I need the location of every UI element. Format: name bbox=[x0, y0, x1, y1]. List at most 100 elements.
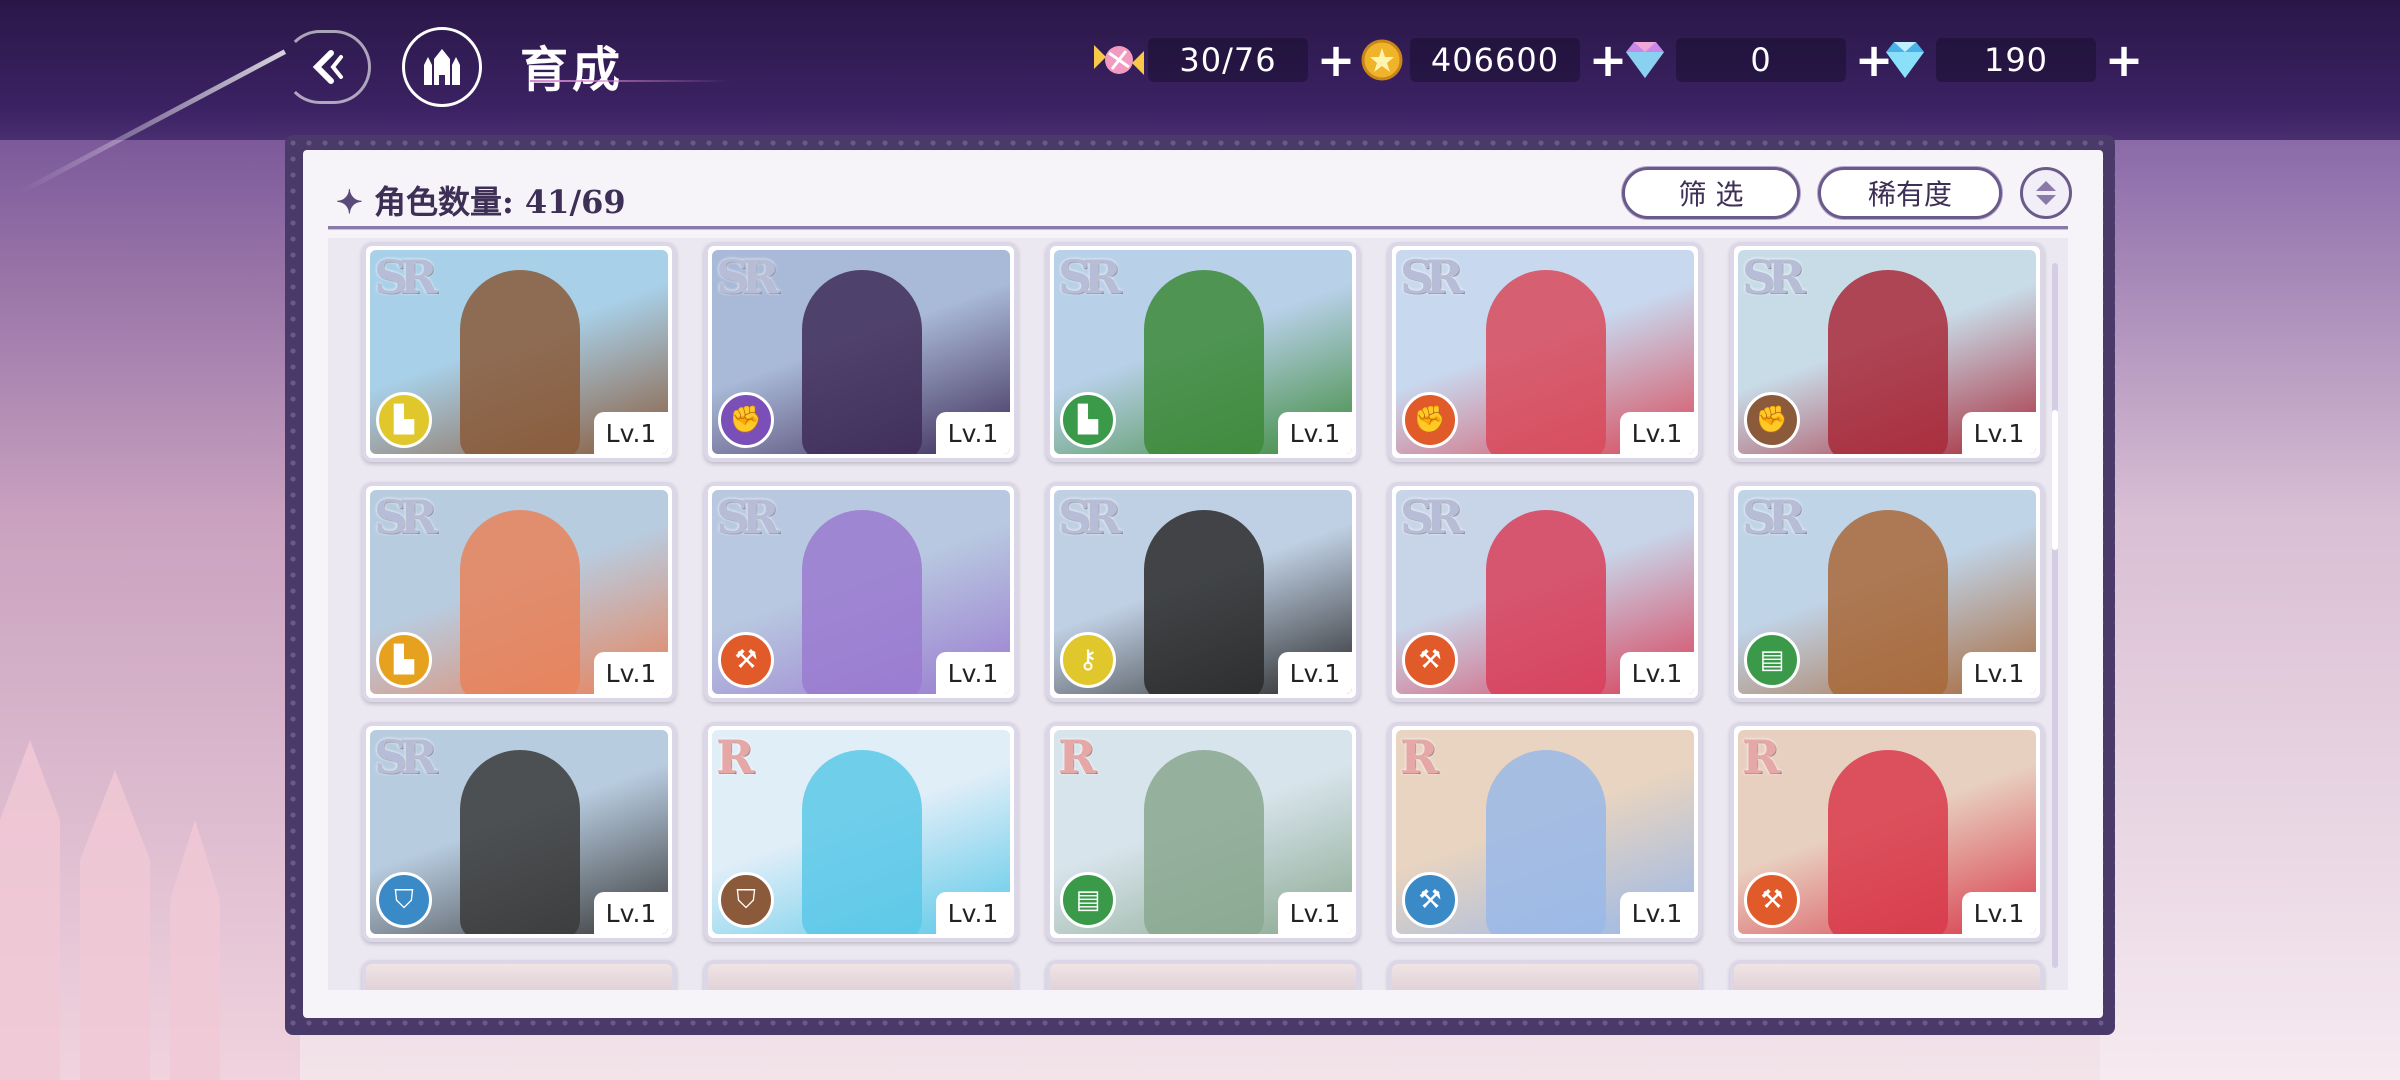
candy-add-button[interactable]: + bbox=[1316, 37, 1356, 83]
blue-diamond-icon bbox=[1886, 42, 1924, 78]
character-card-partial[interactable] bbox=[704, 960, 1018, 990]
character-card[interactable]: SR ✊ Lv.1 bbox=[1388, 242, 1702, 462]
portrait-figure bbox=[1144, 270, 1264, 454]
character-card[interactable]: R ⚒ Lv.1 bbox=[1388, 722, 1702, 942]
book-element-icon: ▤ bbox=[1744, 632, 1800, 688]
blue-gem-value: 190 bbox=[1936, 38, 2096, 82]
character-card[interactable]: SR ⚷ Lv.1 bbox=[1046, 482, 1360, 702]
pink-diamond-icon bbox=[1626, 42, 1664, 78]
character-card-partial[interactable] bbox=[362, 960, 676, 990]
rarity-badge: R bbox=[1058, 730, 1096, 784]
character-grid: SR ▙ Lv.1 SR ✊ Lv.1 SR ▙ Lv.1 SR ✊ Lv.1 SR ✊ Lv.1 SR ▙ Lv… bbox=[328, 238, 2068, 990]
title-decoration bbox=[530, 80, 730, 82]
rarity-badge: SR bbox=[1400, 490, 1464, 544]
hammer-element-icon: ⚒ bbox=[718, 632, 774, 688]
book-element-icon: ▤ bbox=[1060, 872, 1116, 928]
portrait-figure bbox=[1486, 270, 1606, 454]
character-card-partial[interactable] bbox=[1046, 960, 1360, 990]
character-card[interactable]: R ▤ Lv.1 bbox=[1046, 722, 1360, 942]
portrait-figure bbox=[1828, 510, 1948, 694]
rarity-badge: SR bbox=[716, 490, 780, 544]
level-label: Lv.1 bbox=[936, 892, 1010, 934]
character-card-partial[interactable] bbox=[1388, 960, 1702, 990]
boot-element-icon: ▙ bbox=[376, 392, 432, 448]
rarity-badge: SR bbox=[1400, 250, 1464, 304]
portrait-figure bbox=[802, 750, 922, 934]
portrait-figure bbox=[1144, 750, 1264, 934]
rarity-badge: SR bbox=[716, 250, 780, 304]
filter-button[interactable]: 筛 选 bbox=[1622, 167, 1800, 219]
level-label: Lv.1 bbox=[1278, 652, 1352, 694]
home-button[interactable] bbox=[402, 27, 482, 107]
rarity-badge: R bbox=[1742, 730, 1780, 784]
portrait-figure bbox=[1486, 510, 1606, 694]
portrait-figure bbox=[1828, 270, 1948, 454]
level-label: Lv.1 bbox=[1278, 412, 1352, 454]
rarity-badge: R bbox=[716, 730, 754, 784]
rarity-badge: SR bbox=[1742, 250, 1806, 304]
portrait-figure bbox=[802, 270, 922, 454]
portrait-figure bbox=[1486, 750, 1606, 934]
coin-resource: 406600 + bbox=[1360, 32, 1628, 88]
character-card[interactable]: SR ▤ Lv.1 bbox=[1730, 482, 2044, 702]
level-label: Lv.1 bbox=[1962, 892, 2036, 934]
rarity-badge: SR bbox=[374, 730, 438, 784]
rarity-badge: SR bbox=[1058, 490, 1122, 544]
character-card-partial[interactable] bbox=[1730, 960, 2044, 990]
scrollbar-track[interactable] bbox=[2052, 263, 2058, 968]
candy-resource: 30/76 + bbox=[1090, 32, 1356, 88]
sparkle-icon: ✦ bbox=[336, 183, 363, 221]
character-card[interactable]: SR ⚒ Lv.1 bbox=[704, 482, 1018, 702]
character-card[interactable]: SR ▙ Lv.1 bbox=[1046, 242, 1360, 462]
blue-gem-resource: 190 + bbox=[1880, 32, 2144, 88]
portrait-figure bbox=[802, 510, 922, 694]
rarity-badge: SR bbox=[374, 490, 438, 544]
character-card[interactable]: SR ▙ Lv.1 bbox=[362, 242, 676, 462]
candy-value: 30/76 bbox=[1148, 38, 1308, 82]
candy-icon bbox=[1094, 45, 1144, 75]
character-card[interactable]: R ⚒ Lv.1 bbox=[1730, 722, 2044, 942]
fist-element-icon: ✊ bbox=[1402, 392, 1458, 448]
coin-value: 406600 bbox=[1410, 38, 1580, 82]
fist-element-icon: ✊ bbox=[718, 392, 774, 448]
character-card[interactable]: SR ⛉ Lv.1 bbox=[362, 722, 676, 942]
level-label: Lv.1 bbox=[1278, 892, 1352, 934]
hammer-element-icon: ⚒ bbox=[1402, 632, 1458, 688]
level-label: Lv.1 bbox=[1962, 412, 2036, 454]
top-bar: 育成 30/76 + 406600 + 0 + 190 + bbox=[0, 0, 2400, 130]
rarity-sort-button[interactable]: 稀有度 bbox=[1818, 167, 2002, 219]
back-button[interactable] bbox=[283, 30, 371, 104]
level-label: Lv.1 bbox=[936, 412, 1010, 454]
blue-gem-add-button[interactable]: + bbox=[2104, 37, 2144, 83]
character-card[interactable]: R ⛉ Lv.1 bbox=[704, 722, 1018, 942]
level-label: Lv.1 bbox=[1620, 892, 1694, 934]
pink-gem-resource: 0 + bbox=[1620, 32, 1894, 88]
portrait-figure bbox=[460, 270, 580, 454]
sort-arrows-icon bbox=[2036, 181, 2056, 205]
level-label: Lv.1 bbox=[1962, 652, 2036, 694]
level-label: Lv.1 bbox=[1620, 412, 1694, 454]
character-card[interactable]: SR ⚒ Lv.1 bbox=[1388, 482, 1702, 702]
castle-home-icon bbox=[424, 49, 460, 85]
rarity-badge: SR bbox=[1058, 250, 1122, 304]
key-element-icon: ⚷ bbox=[1060, 632, 1116, 688]
shield-element-icon: ⛉ bbox=[718, 872, 774, 928]
background-right bbox=[2100, 140, 2400, 1080]
gold-coin-icon bbox=[1361, 39, 1403, 81]
pink-gem-value: 0 bbox=[1676, 38, 1846, 82]
hammer-element-icon: ⚒ bbox=[1402, 872, 1458, 928]
level-label: Lv.1 bbox=[936, 652, 1010, 694]
character-card[interactable]: SR ✊ Lv.1 bbox=[704, 242, 1018, 462]
sort-order-button[interactable] bbox=[2020, 167, 2072, 219]
fist-element-icon: ✊ bbox=[1744, 392, 1800, 448]
character-count: ✦ 角色数量: 41/69 bbox=[336, 177, 626, 223]
header-divider bbox=[328, 226, 2068, 230]
portrait-figure bbox=[460, 750, 580, 934]
character-card[interactable]: SR ✊ Lv.1 bbox=[1730, 242, 2044, 462]
character-card[interactable]: SR ▙ Lv.1 bbox=[362, 482, 676, 702]
level-label: Lv.1 bbox=[594, 652, 668, 694]
rarity-badge: SR bbox=[374, 250, 438, 304]
rarity-badge: SR bbox=[1742, 490, 1806, 544]
portrait-figure bbox=[1828, 750, 1948, 934]
scrollbar-thumb[interactable] bbox=[2052, 410, 2058, 550]
